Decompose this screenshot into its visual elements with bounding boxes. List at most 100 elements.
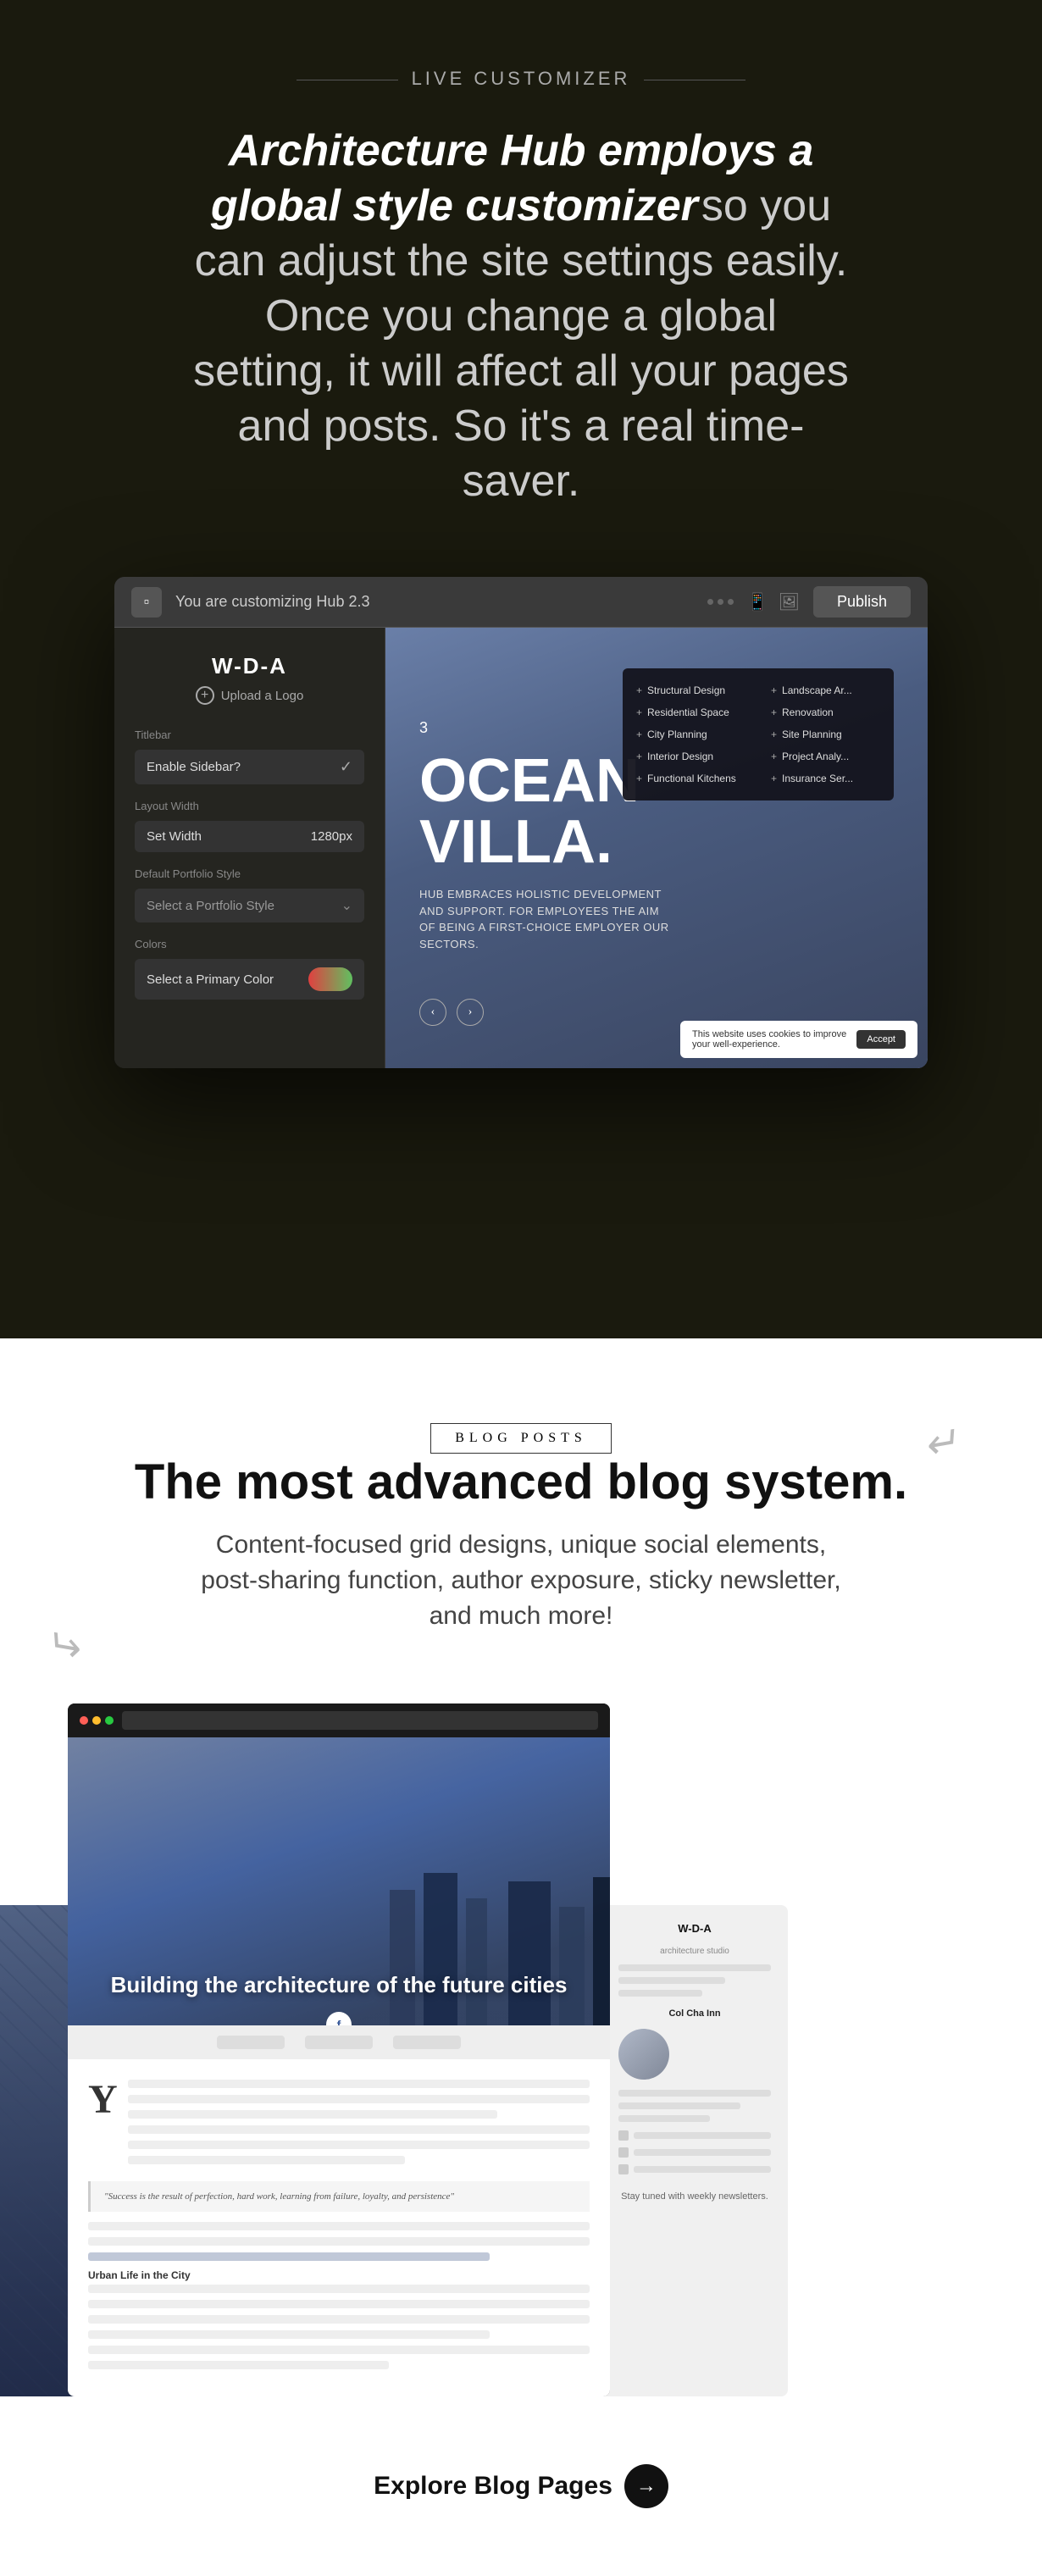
upload-logo-button[interactable]: + Upload a Logo	[135, 686, 364, 705]
article-line-14	[88, 2361, 389, 2369]
curl-left-icon: ↵	[47, 1620, 88, 1673]
titlebar-label: Titlebar	[135, 728, 364, 741]
blog-right-subtitle: architecture studio	[618, 1947, 771, 1956]
blog-meta-strip	[68, 2025, 610, 2059]
article-line-link	[88, 2252, 490, 2261]
skyscraper-svg	[339, 1873, 610, 2025]
hub-icon: ▫	[131, 587, 162, 618]
service-structural[interactable]: Structural Design	[636, 682, 745, 699]
dot-1	[707, 599, 713, 605]
blog-meta-2	[305, 2036, 373, 2049]
service-kitchens[interactable]: Functional Kitchens	[636, 770, 745, 787]
right-item-text-3	[634, 2166, 771, 2173]
service-city[interactable]: City Planning	[636, 726, 745, 743]
article-line-4	[128, 2125, 590, 2134]
layout-width-label: Layout Width	[135, 800, 364, 812]
blog-right-logo: W-D-A	[618, 1922, 771, 1935]
browser-topbar: ▫ You are customizing Hub 2.3 📱 🖼 Publis…	[114, 577, 928, 628]
right-item-3	[618, 2164, 771, 2174]
blog-quote: "Success is the result of perfection, ha…	[88, 2181, 590, 2212]
blog-preview-right: W-D-A architecture studio Col Cha Inn	[601, 1905, 788, 2396]
service-residential[interactable]: Residential Space	[636, 704, 745, 721]
blog-hero-text: Building the architecture of the future …	[68, 1971, 610, 2000]
set-width-label: Set Width	[147, 829, 202, 844]
logo-area: W-D-A + Upload a Logo	[135, 653, 364, 705]
blog-author-photo	[618, 2029, 669, 2080]
article-line-6	[128, 2156, 405, 2164]
carousel-controls: ‹ ›	[419, 999, 484, 1026]
newsletter-text: Stay tuned with weekly newsletters.	[618, 2191, 771, 2202]
blog-browser-dots	[80, 1716, 114, 1725]
article-line-2	[128, 2095, 590, 2103]
set-width-value: 1280px	[311, 829, 352, 844]
customizer-panel: W-D-A + Upload a Logo Titlebar Enable Si…	[114, 628, 385, 1068]
portfolio-style-dropdown[interactable]: Select a Portfolio Style ⌄	[135, 889, 364, 922]
blog-browser-header	[68, 1703, 610, 1737]
blog-label-text: BLOG POSTS	[455, 1431, 587, 1446]
customizer-section: LIVE CUSTOMIZER Architecture Hub employs…	[0, 0, 1042, 1338]
dot-red	[80, 1716, 88, 1725]
blog-url-bar	[122, 1711, 598, 1730]
right-item-text-2	[634, 2149, 771, 2156]
service-interior[interactable]: Interior Design	[636, 748, 745, 765]
primary-color-label: Select a Primary Color	[147, 972, 274, 987]
browser-device-icons: 📱 🖼	[747, 591, 800, 612]
article-line-1	[128, 2080, 590, 2088]
preview-title-line2: VILLA.	[419, 812, 894, 873]
mobile-icon[interactable]: 📱	[747, 591, 768, 612]
services-dropdown: Structural Design Landscape Ar... Reside…	[623, 668, 894, 800]
cookie-accept-button[interactable]: Accept	[856, 1030, 906, 1049]
blog-meta-1	[217, 2036, 285, 2049]
portfolio-dropdown-placeholder: Select a Portfolio Style	[147, 899, 274, 913]
blog-right-items	[618, 2130, 771, 2174]
service-project[interactable]: Project Analy...	[771, 748, 880, 765]
explore-blog-label: Explore Blog Pages	[374, 2472, 612, 2501]
right-item-icon-1	[618, 2130, 629, 2141]
portfolio-style-label: Default Portfolio Style	[135, 867, 364, 880]
right-line-4	[618, 2090, 771, 2097]
right-line-1	[618, 1964, 771, 1971]
blog-label: BLOG POSTS	[430, 1423, 612, 1454]
blog-subheading: Urban Life in the City	[88, 2269, 590, 2281]
article-line-8	[88, 2237, 590, 2246]
dot-green	[105, 1716, 114, 1725]
article-line-3	[128, 2110, 497, 2119]
dot-3	[728, 599, 734, 605]
right-item-icon-2	[618, 2147, 629, 2158]
blog-preview-center: Building the architecture of the future …	[68, 1703, 610, 2396]
carousel-prev[interactable]: ‹	[419, 999, 446, 1026]
checkmark-icon: ✓	[340, 758, 352, 776]
explore-blog: Explore Blog Pages →	[0, 2396, 1042, 2576]
service-renovation[interactable]: Renovation	[771, 704, 880, 721]
logo-text: W-D-A	[135, 653, 364, 679]
article-line-9	[88, 2285, 590, 2293]
explore-blog-button[interactable]: Explore Blog Pages →	[374, 2464, 668, 2508]
chevron-down-icon: ⌄	[341, 897, 352, 914]
publish-button[interactable]: Publish	[813, 586, 911, 618]
drop-cap: Y	[88, 2080, 118, 2171]
service-landscape[interactable]: Landscape Ar...	[771, 682, 880, 699]
browser-title: You are customizing Hub 2.3	[175, 593, 694, 611]
enable-sidebar-field: Enable Sidebar? ✓	[135, 750, 364, 784]
dot-2	[718, 599, 723, 605]
preview-description: HUB EMBRACES HOLISTIC DEVELOPMENT AND SU…	[419, 886, 673, 952]
article-line-7	[88, 2222, 590, 2230]
blog-headline: The most advanced blog system.	[0, 1454, 1042, 1510]
colors-label: Colors	[135, 938, 364, 950]
blog-meta-3	[393, 2036, 461, 2049]
customizer-body: W-D-A + Upload a Logo Titlebar Enable Si…	[114, 628, 928, 1068]
blog-previews: Building the architecture of the future …	[0, 1702, 1042, 2396]
upload-logo-label: Upload a Logo	[221, 689, 304, 703]
right-line-5	[618, 2102, 740, 2109]
desktop-icon[interactable]: 🖼	[779, 591, 800, 612]
blog-article-lines	[128, 2080, 590, 2171]
color-swatch[interactable]	[308, 967, 352, 991]
primary-color-field: Select a Primary Color	[135, 959, 364, 1000]
right-line-2	[618, 1977, 725, 1984]
right-item-2	[618, 2147, 771, 2158]
enable-sidebar-label: Enable Sidebar?	[147, 760, 241, 774]
carousel-next[interactable]: ›	[457, 999, 484, 1026]
browser-mockup: ▫ You are customizing Hub 2.3 📱 🖼 Publis…	[114, 577, 928, 1068]
service-insurance[interactable]: Insurance Ser...	[771, 770, 880, 787]
service-site[interactable]: Site Planning	[771, 726, 880, 743]
